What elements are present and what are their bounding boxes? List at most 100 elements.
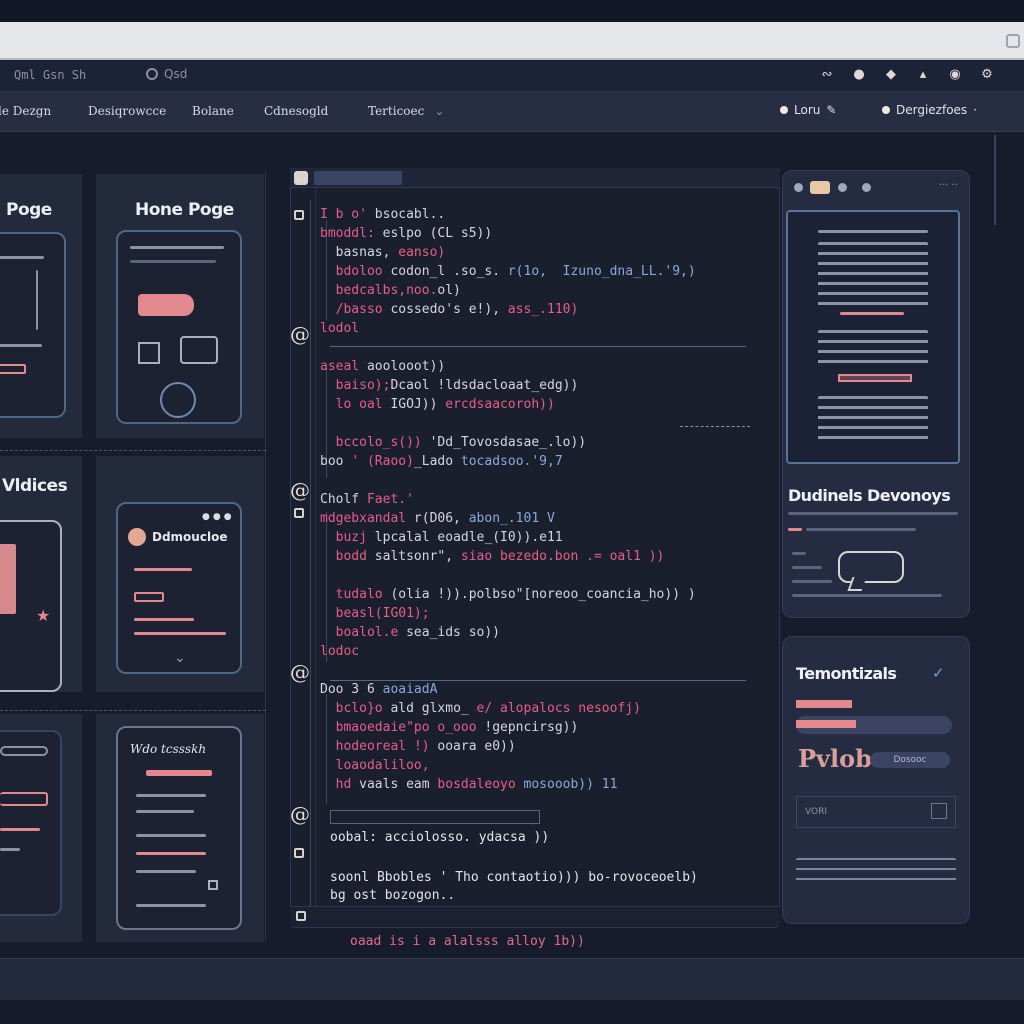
chevron-down-icon: ⌄ (434, 104, 445, 118)
bell-icon[interactable]: ▴ (916, 68, 930, 82)
promo-logo: Pvlob (798, 744, 872, 773)
text-line (792, 594, 942, 597)
bottom-bar (0, 958, 1024, 1000)
code-line: lodol (320, 319, 696, 338)
text-line (792, 552, 806, 555)
code-token: Doo 3 6 (320, 682, 383, 697)
extension-icon[interactable]: ◆ (884, 68, 898, 82)
checkbox (208, 880, 218, 890)
button-mock (0, 364, 26, 374)
code-line: aseal aoolooot)) (320, 357, 696, 376)
collapse-icon[interactable]: @ (290, 478, 310, 502)
code-line: hodeoreal !) ooara e0)) (320, 737, 696, 756)
tutorial-input[interactable]: VORI (796, 796, 956, 828)
app-title: Qml Gsn Sh (14, 68, 87, 82)
code-token: 'Dd_Tovosdasae_.lo)) (429, 435, 587, 450)
nav-login[interactable]: Loru ✎ (780, 103, 836, 117)
code-token: lo oal (320, 397, 391, 412)
scrollbar[interactable] (994, 135, 996, 225)
code-token: I b o' (320, 207, 375, 222)
code-token: eslpo (CL s5)) (382, 226, 493, 241)
nav-item-design[interactable]: le Dezgn (0, 104, 51, 118)
code-token: mosooob)) 11 (523, 777, 618, 792)
text-block (818, 330, 928, 370)
nav-item-balance[interactable]: Bolane (192, 104, 234, 118)
text-line (0, 828, 40, 831)
dot-icon[interactable] (794, 183, 803, 192)
code-token: mdgebxandal (320, 511, 414, 526)
inline-input[interactable] (330, 810, 540, 824)
code-divider (680, 426, 750, 427)
code-token: basnas, (320, 245, 399, 260)
window-control-icon[interactable] (1006, 34, 1020, 48)
dot-icon[interactable] (838, 183, 847, 192)
collapse-icon[interactable]: @ (290, 322, 310, 346)
code-token: bccolo_s()) (320, 435, 430, 450)
editor-tabbar (290, 168, 780, 188)
nav-item-templates[interactable]: Terticoec ⌄ (368, 104, 444, 118)
text-line (796, 720, 856, 728)
profile-name: Ddmoucloe (152, 530, 228, 544)
code-token: /basso (320, 302, 391, 317)
page-preview[interactable] (786, 210, 960, 464)
pencil-icon: ✎ (826, 103, 837, 117)
phone-mockup: Wdo tcssskh (116, 726, 242, 930)
code-token: buzj (320, 530, 375, 545)
edit-icon[interactable]: ✓ (932, 664, 945, 682)
fold-icon[interactable] (294, 848, 304, 858)
code-line: buzj lpcalal eoadle_(I0)).e11 (320, 528, 696, 547)
code-token: (olia !)).polbso"[noreoo_coancia_ho)) ) (390, 587, 696, 602)
more-icon: · (973, 103, 978, 117)
code-line: bmoddl: eslpo (CL s5)) (320, 224, 696, 243)
active-tab-icon[interactable] (810, 181, 830, 194)
code-line: Cholf Faet.' (320, 490, 696, 509)
address-bar[interactable] (0, 22, 1024, 60)
code-token: !gepncirsg)) (484, 720, 579, 735)
text-line (136, 834, 206, 837)
code-divider (330, 346, 746, 347)
chat-bubble-icon[interactable] (838, 551, 904, 583)
status-label: Qsd (164, 67, 188, 81)
fold-icon[interactable] (294, 210, 304, 220)
text-line (146, 770, 212, 776)
code-body[interactable]: I b o' bsocabl.. bmoddl: eslpo (CL s5)) b… (320, 205, 696, 794)
fold-icon[interactable] (294, 508, 304, 518)
nav-register-label: Dergiezfoes (896, 103, 968, 117)
settings-icon[interactable]: ⚙ (980, 68, 994, 82)
code-line: boalol.e sea_ids so)) (320, 623, 696, 642)
collapse-icon[interactable]: @ (290, 660, 310, 684)
link-icon[interactable]: ∾ (820, 68, 834, 82)
profile-icon[interactable]: ◉ (948, 68, 962, 82)
check-icon[interactable] (931, 803, 947, 819)
record-icon[interactable]: ● (852, 68, 866, 82)
app-toolbar: Qml Gsn Sh Qsd ∾ ● ◆ ▴ ◉ ⚙ (0, 60, 1024, 92)
star-icon: ★ (36, 606, 51, 625)
code-token: Faet.' (366, 492, 414, 507)
more-icon[interactable]: ··· ·· (939, 180, 958, 191)
button-mock (838, 374, 912, 382)
code-token: ercdsaacoroh)) (445, 397, 555, 412)
code-token: codon_l .so_s. (390, 264, 508, 279)
editor-tab[interactable] (314, 171, 402, 185)
nav-item-components[interactable]: Cdnesogld (264, 104, 328, 118)
code-line: lo oal IGOJ)) ercdsaacoroh)) (320, 395, 696, 414)
code-token: sea_ids so)) (406, 625, 501, 640)
nav-register[interactable]: Dergiezfoes · (882, 103, 977, 117)
text-line (0, 344, 42, 347)
code-token: bmoddl: (320, 226, 383, 241)
code-token: hd (320, 777, 360, 792)
text-line (136, 810, 194, 813)
circle-placeholder (160, 382, 196, 418)
code-token: baiso); (320, 378, 391, 393)
code-token: bodd (320, 549, 375, 564)
code-token: IGOJ)) (390, 397, 446, 412)
fold-icon[interactable] (294, 174, 304, 184)
code-token: boo (320, 454, 352, 469)
code-line: bg ost bozogon.. (330, 888, 456, 903)
nav-item-resources[interactable]: Desiqrowcce (88, 104, 166, 118)
code-token: siao bezedo.bon .= oal1 )) (460, 549, 665, 564)
dot-icon[interactable] (862, 183, 871, 192)
collapse-icon[interactable]: @ (290, 802, 310, 826)
highlight-bar (796, 700, 852, 708)
